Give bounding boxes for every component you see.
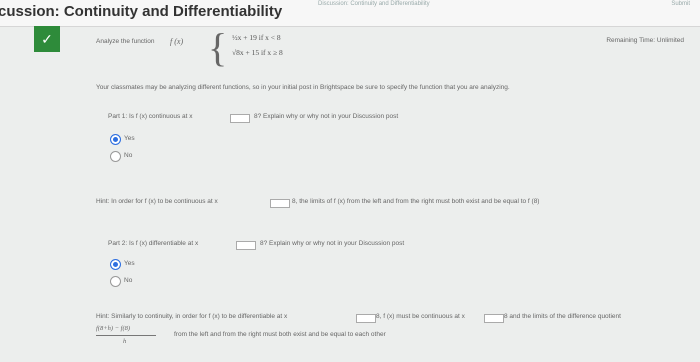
part2-yes-label: Yes (124, 260, 135, 267)
function-name: f (x) (170, 37, 184, 46)
difference-quotient-denominator: h (123, 338, 127, 345)
hint1-part-b: 8, the limits of f (x) from the left and… (292, 198, 540, 205)
answer-box (270, 199, 290, 208)
hint2-part-a: Hint: Similarly to continuity, in order … (96, 313, 288, 320)
part2-question: Part 2: Is f (x) differentiable at x (108, 240, 199, 247)
answer-box (484, 314, 504, 323)
classmates-note: Your classmates may be analyzing differe… (96, 84, 510, 91)
hint2-part-c: 8 and the limits of the difference quoti… (504, 313, 621, 320)
remaining-time: Remaining Time: Unlimited (606, 37, 684, 44)
piece-1: ½x + 19 if x < 8 (232, 33, 281, 42)
answer-box (356, 314, 376, 323)
part2-no-radio[interactable] (110, 276, 121, 287)
part2-tail: 8? Explain why or why not in your Discus… (260, 240, 405, 247)
fraction-bar (96, 335, 156, 336)
answer-box (236, 241, 256, 250)
answer-box (230, 114, 250, 123)
part1-no-radio[interactable] (110, 151, 121, 162)
piece-2: √8x + 15 if x ≥ 8 (232, 48, 283, 57)
part2-yes-radio[interactable] (110, 259, 121, 270)
part1-tail: 8? Explain why or why not in your Discus… (254, 113, 399, 120)
check-icon: ✓ (34, 26, 60, 52)
hint2-part-d: from the left and from the right must bo… (174, 331, 386, 338)
difference-quotient-numerator: f(8+h) − f(8) (96, 325, 131, 332)
part1-no-label: No (124, 152, 133, 159)
part2-no-label: No (124, 277, 133, 284)
page-title: cussion: Continuity and Differentiabilit… (0, 3, 283, 20)
analyze-label: Analyze the function (96, 38, 155, 45)
part1-yes-label: Yes (124, 135, 135, 142)
top-bar: cussion: Continuity and Differentiabilit… (0, 0, 700, 27)
mini-title: Discussion: Continuity and Differentiabi… (318, 1, 430, 7)
hint1-part-a: Hint: In order for f (x) to be continuou… (96, 198, 218, 205)
hint2-part-b: 8, f (x) must be continuous at x (376, 313, 465, 320)
brace-symbol: { (208, 25, 228, 70)
part1-yes-radio[interactable] (110, 134, 121, 145)
part1-question: Part 1: Is f (x) continuous at x (108, 113, 193, 120)
submit-link[interactable]: Submit (671, 1, 690, 7)
